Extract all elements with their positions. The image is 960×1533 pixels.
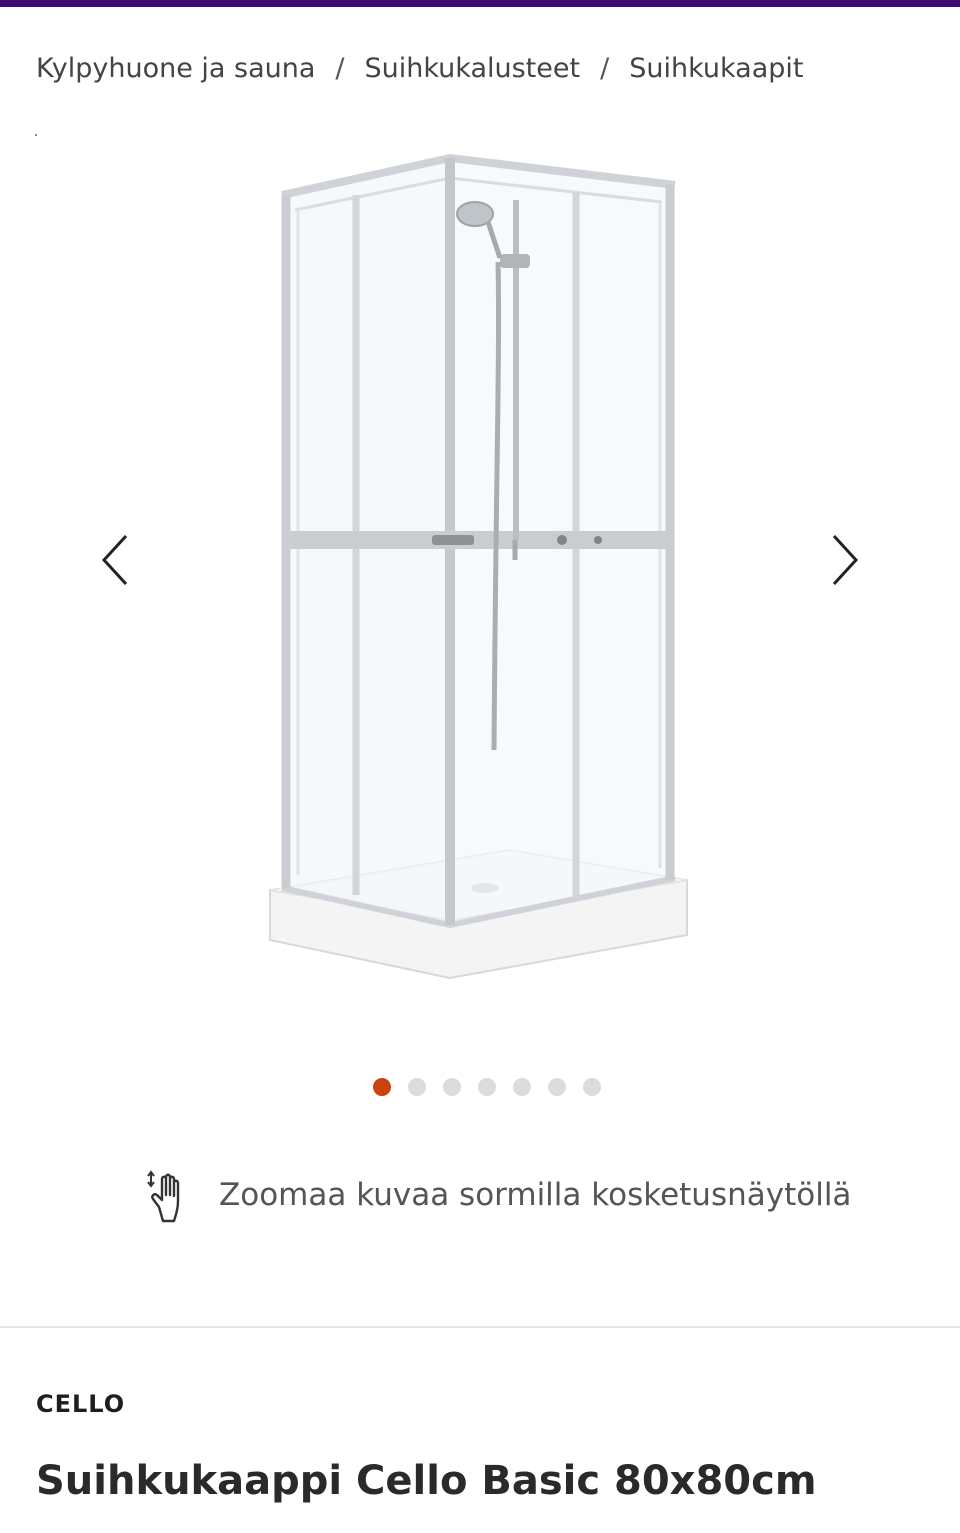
top-accent-bar	[0, 0, 960, 7]
chevron-right-icon	[832, 534, 859, 586]
zoom-hint-text: Zoomaa kuvaa sormilla kosketusnäytöllä	[219, 1177, 852, 1213]
product-title: Suihkukaappi Cello Basic 80x80cm	[36, 1458, 817, 1504]
breadcrumb-item-bathroom-sauna[interactable]: Kylpyhuone ja sauna	[36, 53, 315, 84]
pinch-zoom-hand-icon	[147, 1170, 180, 1223]
product-image[interactable]	[250, 150, 710, 1010]
zoom-hint: Zoomaa kuvaa sormilla kosketusnäytöllä	[145, 1165, 851, 1225]
breadcrumb-item-shower-cabins[interactable]: Suihkukaapit	[629, 53, 803, 84]
chevron-left-icon	[101, 534, 128, 586]
breadcrumb: Kylpyhuone ja sauna / Suihkukalusteet / …	[36, 46, 803, 90]
gallery-dot-6[interactable]	[548, 1078, 566, 1096]
gallery-next-button[interactable]	[815, 530, 875, 590]
section-divider	[0, 1326, 960, 1328]
breadcrumb-item-shower-fixtures[interactable]: Suihkukalusteet	[365, 53, 581, 84]
breadcrumb-separator: /	[335, 52, 345, 84]
gallery-dot-3[interactable]	[443, 1078, 461, 1096]
breadcrumb-separator: /	[600, 52, 610, 84]
image-gallery[interactable]	[0, 140, 960, 1020]
gallery-dot-4[interactable]	[478, 1078, 496, 1096]
gallery-dot-1[interactable]	[373, 1078, 391, 1096]
gallery-dot-5[interactable]	[513, 1078, 531, 1096]
gallery-pagination	[373, 1078, 601, 1096]
product-brand[interactable]: CELLO	[36, 1390, 125, 1418]
gallery-dot-7[interactable]	[583, 1078, 601, 1096]
gallery-prev-button[interactable]	[85, 530, 145, 590]
decorative-dot	[35, 134, 37, 136]
gallery-dot-2[interactable]	[408, 1078, 426, 1096]
